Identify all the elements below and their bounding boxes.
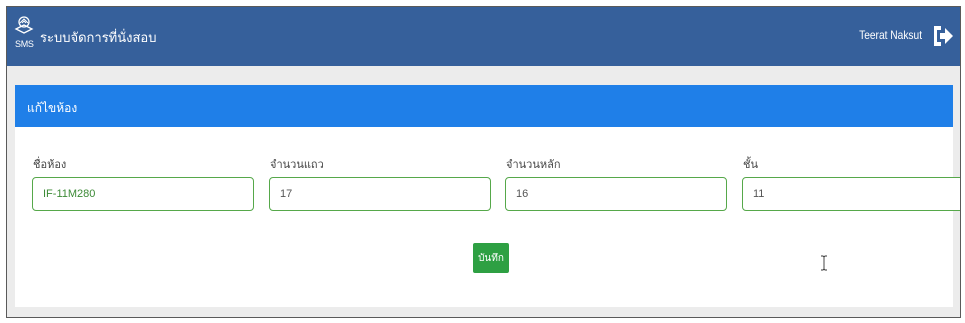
app-window: SMS ระบบจัดการที่นั่งสอบ Teerat Naksut แ… xyxy=(6,6,961,318)
sign-out-icon[interactable] xyxy=(930,22,954,50)
panel-header: แก้ไขห้อง xyxy=(15,85,953,127)
save-button[interactable]: บันทึก xyxy=(473,243,509,273)
rows-input[interactable] xyxy=(269,177,491,211)
room-name-input[interactable] xyxy=(32,177,254,211)
text-cursor-icon xyxy=(821,255,827,271)
floor-input[interactable] xyxy=(742,177,960,211)
room-name-label: ชื่อห้อง xyxy=(33,158,67,171)
panel-title: แก้ไขห้อง xyxy=(27,101,78,115)
floor-label: ชั้น xyxy=(743,158,758,171)
columns-input[interactable] xyxy=(505,177,727,211)
logo-text: SMS xyxy=(15,39,34,49)
edit-room-panel: แก้ไขห้อง ชื่อห้อง จำนวนแถว จำนวนหลัก ชั… xyxy=(15,85,960,307)
app-title[interactable]: ระบบจัดการที่นั่งสอบ xyxy=(40,27,156,48)
sms-logo-icon[interactable]: SMS xyxy=(13,16,37,56)
columns-label: จำนวนหลัก xyxy=(506,158,561,171)
user-name[interactable]: Teerat Naksut xyxy=(859,28,922,42)
rows-label: จำนวนแถว xyxy=(270,158,324,171)
top-navbar: SMS ระบบจัดการที่นั่งสอบ Teerat Naksut xyxy=(7,7,960,66)
